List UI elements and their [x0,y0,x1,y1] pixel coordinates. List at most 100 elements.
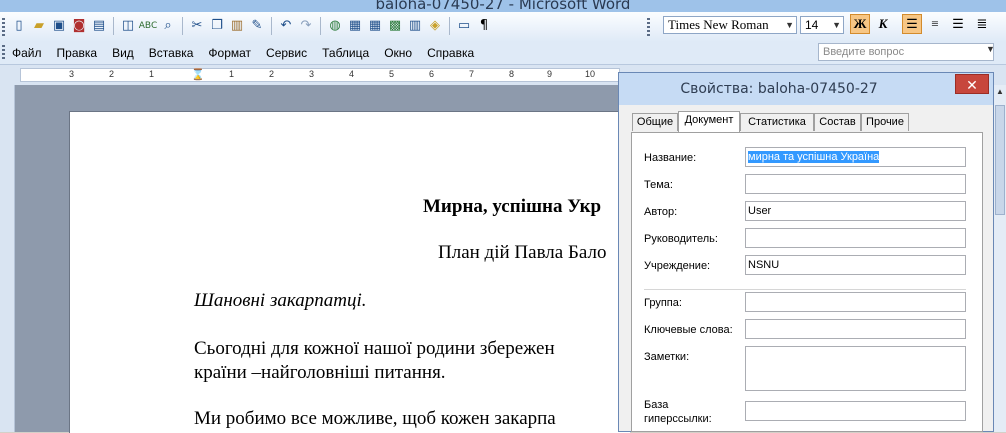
document-subtitle[interactable]: План дій Павла Бало [438,242,606,264]
menu-file[interactable]: Файл [12,45,42,61]
ruler-number: 9 [547,69,553,79]
category-label: Группа: [644,297,682,309]
company-field[interactable]: NSNU [745,255,966,275]
align-right-icon: ☰ [952,16,964,31]
research-icon[interactable]: ⌕ [159,17,177,35]
category-field[interactable] [745,292,966,312]
chevron-down-icon[interactable]: ▼ [785,17,794,33]
undo-icon[interactable]: ↶ [277,17,295,35]
window-title: baloha-07450-27 - Microsoft Word [375,0,631,12]
chevron-down-icon[interactable]: ▼ [832,17,841,33]
ruler-number: 6 [429,69,435,79]
bold-button[interactable]: Ж [850,14,870,34]
author-field[interactable]: User [745,201,966,221]
tab-document[interactable]: Документ [678,111,740,132]
ruler-number: 3 [69,69,75,79]
menu-items: Файл Правка Вид Вставка Формат Сервис Та… [12,45,474,61]
ruler-number: 3 [309,69,315,79]
open-folder-icon[interactable]: ▰ [30,17,48,35]
cut-icon[interactable]: ✂ [188,17,206,35]
ruler-number: 7 [469,69,475,79]
tab-general[interactable]: Общие [632,113,678,131]
save-icon[interactable]: ▣ [50,17,68,35]
excel-icon[interactable]: ▩ [386,17,404,35]
font-size-combobox[interactable]: 14 ▼ [800,16,844,34]
menu-tools[interactable]: Сервис [266,45,307,61]
redo-icon[interactable]: ↷ [297,17,315,35]
spelling-icon[interactable]: ABC [139,17,157,35]
close-button[interactable]: ✕ [955,74,989,94]
author-label: Автор: [644,206,678,218]
ruler-number: 1 [229,69,235,79]
columns-icon[interactable]: ▥ [406,17,424,35]
menu-edit[interactable]: Правка [57,45,98,61]
toolbar-icon-row: ▯ ▰ ▣ ◙ ▤ ◫ ABC ⌕ ✂ ❐ ▥ ✎ ↶ ↷ ◍ ▦ ▦ ▩ ▥ … [10,17,493,37]
scroll-up-icon[interactable]: ▲ [994,85,1006,99]
document-paragraph[interactable]: Ми робимо все можливе, щоб кожен закарпа [194,408,556,430]
align-right-button[interactable]: ☰ [948,14,968,34]
subject-field[interactable] [745,174,966,194]
hyperlink-icon[interactable]: ◍ [326,17,344,35]
tab-custom[interactable]: Прочие [861,113,909,131]
document-page[interactable] [69,111,630,433]
print-icon[interactable]: ▤ [90,17,108,35]
menu-table[interactable]: Таблица [322,45,369,61]
toolbar-separator [320,17,321,35]
menu-format[interactable]: Формат [208,45,251,61]
font-name-value: Times New Roman [668,17,769,32]
toolbar-separator [271,17,272,35]
vertical-scrollbar[interactable]: ▲ [994,85,1006,432]
ask-question-input[interactable]: Введите вопрос [818,43,994,61]
document-greeting[interactable]: Шановні закарпатці. [194,290,367,312]
insert-table-icon[interactable]: ▦ [366,17,384,35]
drawing-icon[interactable]: ◈ [426,17,444,35]
font-size-value: 14 [805,18,819,32]
document-paragraph[interactable]: Сьогодні для кожної нашої родини збереже… [194,338,555,360]
toolbar-grip[interactable] [647,18,650,36]
toolbar-separator [182,17,183,35]
vertical-ruler[interactable] [0,85,15,432]
document-title[interactable]: Мирна, успішна Укр [423,196,601,218]
scrollbar-thumb[interactable] [995,105,1005,215]
chevron-down-icon[interactable]: ▼ [986,44,995,54]
new-document-icon[interactable]: ▯ [10,17,28,35]
paste-icon[interactable]: ▥ [228,17,246,35]
tab-contents[interactable]: Состав [814,113,861,131]
toolbar-grip[interactable] [2,18,5,36]
menu-window[interactable]: Окно [384,45,412,61]
section-divider [644,289,966,290]
menu-insert[interactable]: Вставка [149,45,194,61]
hyperlink-base-field[interactable] [745,401,966,421]
align-center-icon: ≡ [931,16,939,31]
permission-icon[interactable]: ◙ [70,17,88,35]
toolbar-separator [113,17,114,35]
print-preview-icon[interactable]: ◫ [119,17,137,35]
ruler-number: 2 [109,69,115,79]
copy-icon[interactable]: ❐ [208,17,226,35]
tables-borders-icon[interactable]: ▦ [346,17,364,35]
justify-button[interactable]: ≣ [972,14,992,34]
document-paragraph[interactable]: країни –найголовніші питання. [194,362,446,384]
menu-help[interactable]: Справка [427,45,474,61]
manager-field[interactable] [745,228,966,248]
dialog-titlebar[interactable]: Свойства: baloha-07450-27 ✕ [619,73,993,105]
indent-marker-icon[interactable]: ⌛ [191,68,205,81]
align-left-button[interactable]: ☰ [902,14,922,34]
tab-statistics[interactable]: Статистика [740,113,814,131]
document-map-icon[interactable]: ▭ [455,17,473,35]
comments-field[interactable] [745,346,966,391]
menubar-grip[interactable] [2,45,5,59]
format-painter-icon[interactable]: ✎ [248,17,266,35]
align-left-icon: ☰ [906,16,918,31]
font-name-combobox[interactable]: Times New Roman ▼ [663,16,797,34]
align-center-button[interactable]: ≡ [925,14,945,34]
keywords-field[interactable] [745,319,966,339]
justify-icon: ≣ [976,16,988,31]
italic-button[interactable]: К [873,14,893,34]
menu-view[interactable]: Вид [112,45,134,61]
show-formatting-icon[interactable]: ¶ [475,17,493,35]
manager-label: Руководитель: [644,233,718,245]
toolbar-separator [449,17,450,35]
title-label: Название: [644,152,697,164]
title-field[interactable]: мирна та успішна Україна [745,147,966,167]
